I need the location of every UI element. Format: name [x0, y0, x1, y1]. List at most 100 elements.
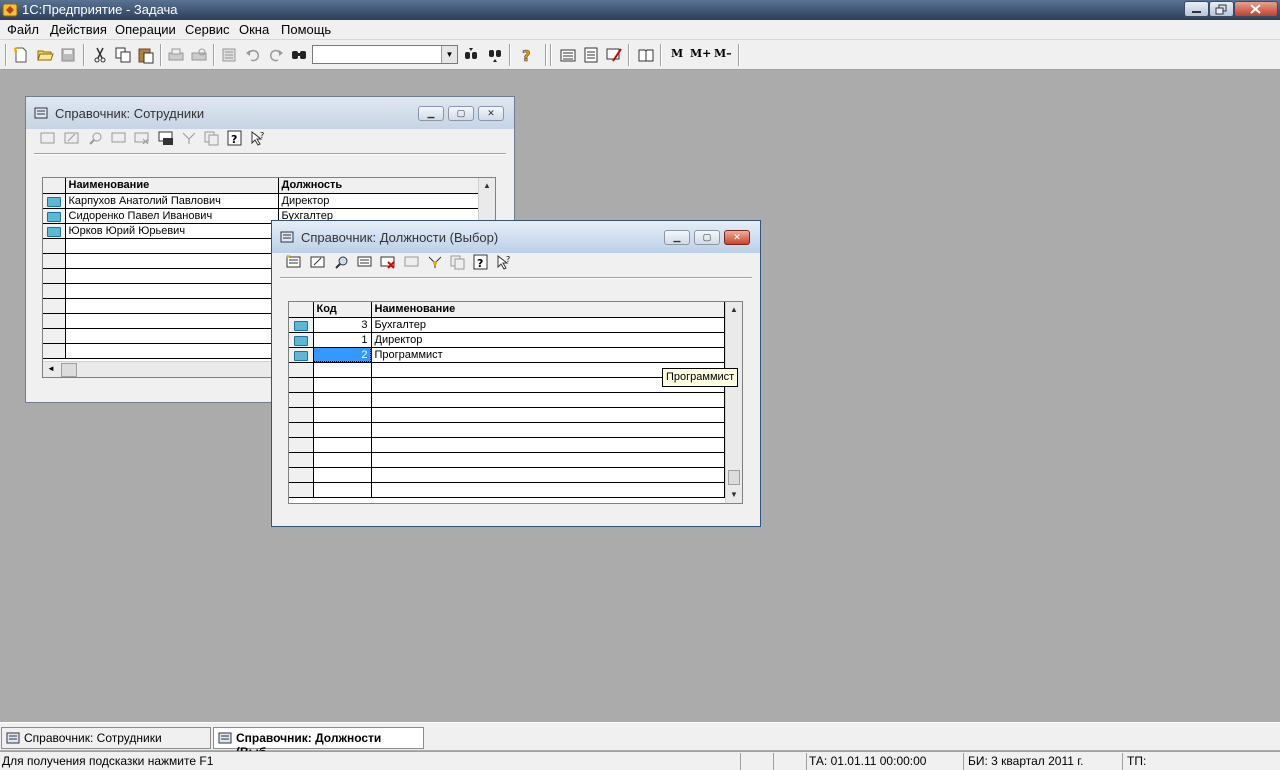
close-button[interactable] — [1234, 1, 1278, 17]
select-item-button[interactable] — [158, 130, 176, 150]
new-item-button[interactable] — [40, 130, 58, 150]
view-item-button[interactable] — [88, 130, 106, 150]
scroll-left-icon[interactable]: ◄ — [47, 364, 55, 373]
tab-employees-window[interactable]: Справочник: Сотрудники — [1, 727, 211, 749]
menu-help[interactable]: Помощь — [281, 22, 331, 37]
scroll-up-icon[interactable]: ▲ — [726, 302, 742, 318]
find-button[interactable] — [289, 45, 309, 65]
row-header-cell — [289, 437, 314, 453]
scroll-thumb[interactable] — [728, 470, 740, 485]
help-icon: ? — [473, 254, 488, 270]
copy-item-button[interactable] — [111, 130, 129, 150]
scroll-thumb[interactable] — [61, 363, 77, 377]
main-toolbar: ? М М+ М– — [0, 40, 1280, 70]
print-preview-button[interactable] — [189, 45, 209, 65]
menu-actions[interactable]: Действия — [50, 22, 107, 37]
edit-item-button[interactable] — [310, 254, 328, 274]
table-row-selected[interactable]: 2 Программист — [289, 347, 725, 363]
hierarchy-button[interactable] — [427, 254, 445, 274]
employees-minimize-button[interactable]: ▁ — [418, 106, 444, 121]
calendar-button[interactable] — [581, 45, 601, 65]
window-help-button[interactable]: ? — [473, 254, 491, 274]
employees-maximize-button[interactable]: ▢ — [448, 106, 474, 121]
employee-name-cell[interactable]: Сидоренко Павел Иванович — [65, 208, 279, 224]
column-header-name[interactable]: Наименование — [371, 302, 725, 318]
undo-button[interactable] — [243, 45, 263, 65]
employee-position-cell[interactable]: Директор — [278, 193, 479, 209]
search-combo[interactable]: ▼ — [312, 45, 458, 64]
copy-list-button[interactable] — [204, 130, 222, 150]
employee-name-cell[interactable]: Карпухов Анатолий Павлович — [65, 193, 279, 209]
edit-item-button[interactable] — [64, 130, 82, 150]
properties-button[interactable] — [219, 45, 239, 65]
column-header-code[interactable]: Код — [313, 302, 372, 318]
scroll-up-icon[interactable]: ▲ — [479, 178, 495, 194]
restore-button[interactable] — [1209, 1, 1234, 17]
positions-grid[interactable]: Код Наименование 3 Бухгалтер 1 Директор — [288, 301, 743, 504]
find-previous-button[interactable] — [485, 45, 505, 65]
close-icon — [1250, 4, 1261, 14]
menu-file[interactable]: Файл — [7, 22, 39, 37]
position-name-cell[interactable]: Программист — [371, 347, 725, 363]
calculator-button[interactable] — [558, 45, 578, 65]
employee-name-cell[interactable]: Юрков Юрий Юрьевич — [65, 223, 279, 239]
positions-close-button[interactable]: ✕ — [724, 230, 750, 245]
cut-button[interactable] — [90, 45, 110, 65]
column-header-position[interactable]: Должность — [278, 178, 479, 194]
positions-maximize-button[interactable]: ▢ — [694, 230, 720, 245]
copy-item-button[interactable] — [357, 254, 375, 274]
menu-windows[interactable]: Окна — [239, 22, 269, 37]
position-code-cell[interactable]: 3 — [313, 317, 372, 333]
save-button[interactable] — [58, 45, 78, 65]
view-item-button[interactable] — [334, 254, 352, 274]
chevron-down-icon[interactable]: ▼ — [441, 46, 457, 63]
table-row[interactable]: Карпухов Анатолий Павлович Директор — [43, 193, 479, 209]
empty-cell — [65, 238, 279, 254]
menu-service[interactable]: Сервис — [185, 22, 230, 37]
employees-close-button[interactable]: ✕ — [478, 106, 504, 121]
delete-item-button[interactable] — [134, 130, 152, 150]
redo-button[interactable] — [266, 45, 286, 65]
paste-button[interactable] — [136, 45, 156, 65]
empty-row — [289, 362, 725, 378]
empty-row — [289, 422, 725, 438]
menu-operations[interactable]: Операции — [115, 22, 176, 37]
position-name-cell[interactable]: Директор — [371, 332, 725, 348]
position-code-cell-selected[interactable]: 2 — [313, 347, 372, 363]
positions-window-caption[interactable]: Справочник: Должности (Выбор) ▁ ▢ ✕ — [272, 221, 760, 253]
book-button[interactable] — [636, 45, 656, 65]
positions-minimize-button[interactable]: ▁ — [664, 230, 690, 245]
positions-vertical-scrollbar[interactable]: ▲ ▼ — [725, 302, 742, 503]
copy-list-button[interactable] — [450, 254, 468, 274]
new-item-button[interactable] — [286, 254, 304, 274]
hierarchy-button[interactable] — [181, 130, 199, 150]
memory-button[interactable]: М — [671, 47, 683, 60]
column-header-name[interactable]: Наименование — [65, 178, 279, 194]
context-help-button[interactable]: ? — [250, 130, 268, 150]
minimize-button[interactable] — [1184, 1, 1209, 17]
memory-plus-button[interactable]: М+ — [690, 47, 711, 60]
table-row[interactable]: 3 Бухгалтер — [289, 317, 725, 333]
position-name-cell[interactable]: Бухгалтер — [371, 317, 725, 333]
open-folder-icon — [37, 50, 54, 61]
memory-minus-button[interactable]: М– — [714, 47, 732, 60]
position-code-cell[interactable]: 1 — [313, 332, 372, 348]
employees-window-caption[interactable]: Справочник: Сотрудники ▁ ▢ ✕ — [26, 97, 514, 129]
help-button[interactable]: ? — [517, 45, 537, 66]
context-help-button[interactable]: ? — [496, 254, 514, 274]
empty-cell — [313, 362, 372, 378]
table-row[interactable]: 1 Директор — [289, 332, 725, 348]
folder-icon — [293, 350, 308, 361]
syntax-assistant-button[interactable] — [604, 45, 624, 65]
tab-positions-window[interactable]: Справочник: Должности (Выб... — [213, 727, 424, 759]
copy-button[interactable] — [113, 45, 133, 65]
print-button[interactable] — [166, 45, 186, 65]
window-help-button[interactable]: ? — [227, 130, 245, 150]
row-header-cell — [43, 328, 66, 344]
find-next-button[interactable] — [461, 45, 481, 65]
scroll-down-icon[interactable]: ▼ — [726, 487, 742, 503]
select-item-button[interactable] — [404, 254, 422, 274]
delete-item-button[interactable] — [380, 254, 398, 274]
new-document-button[interactable] — [11, 45, 31, 65]
open-button[interactable] — [35, 45, 55, 65]
